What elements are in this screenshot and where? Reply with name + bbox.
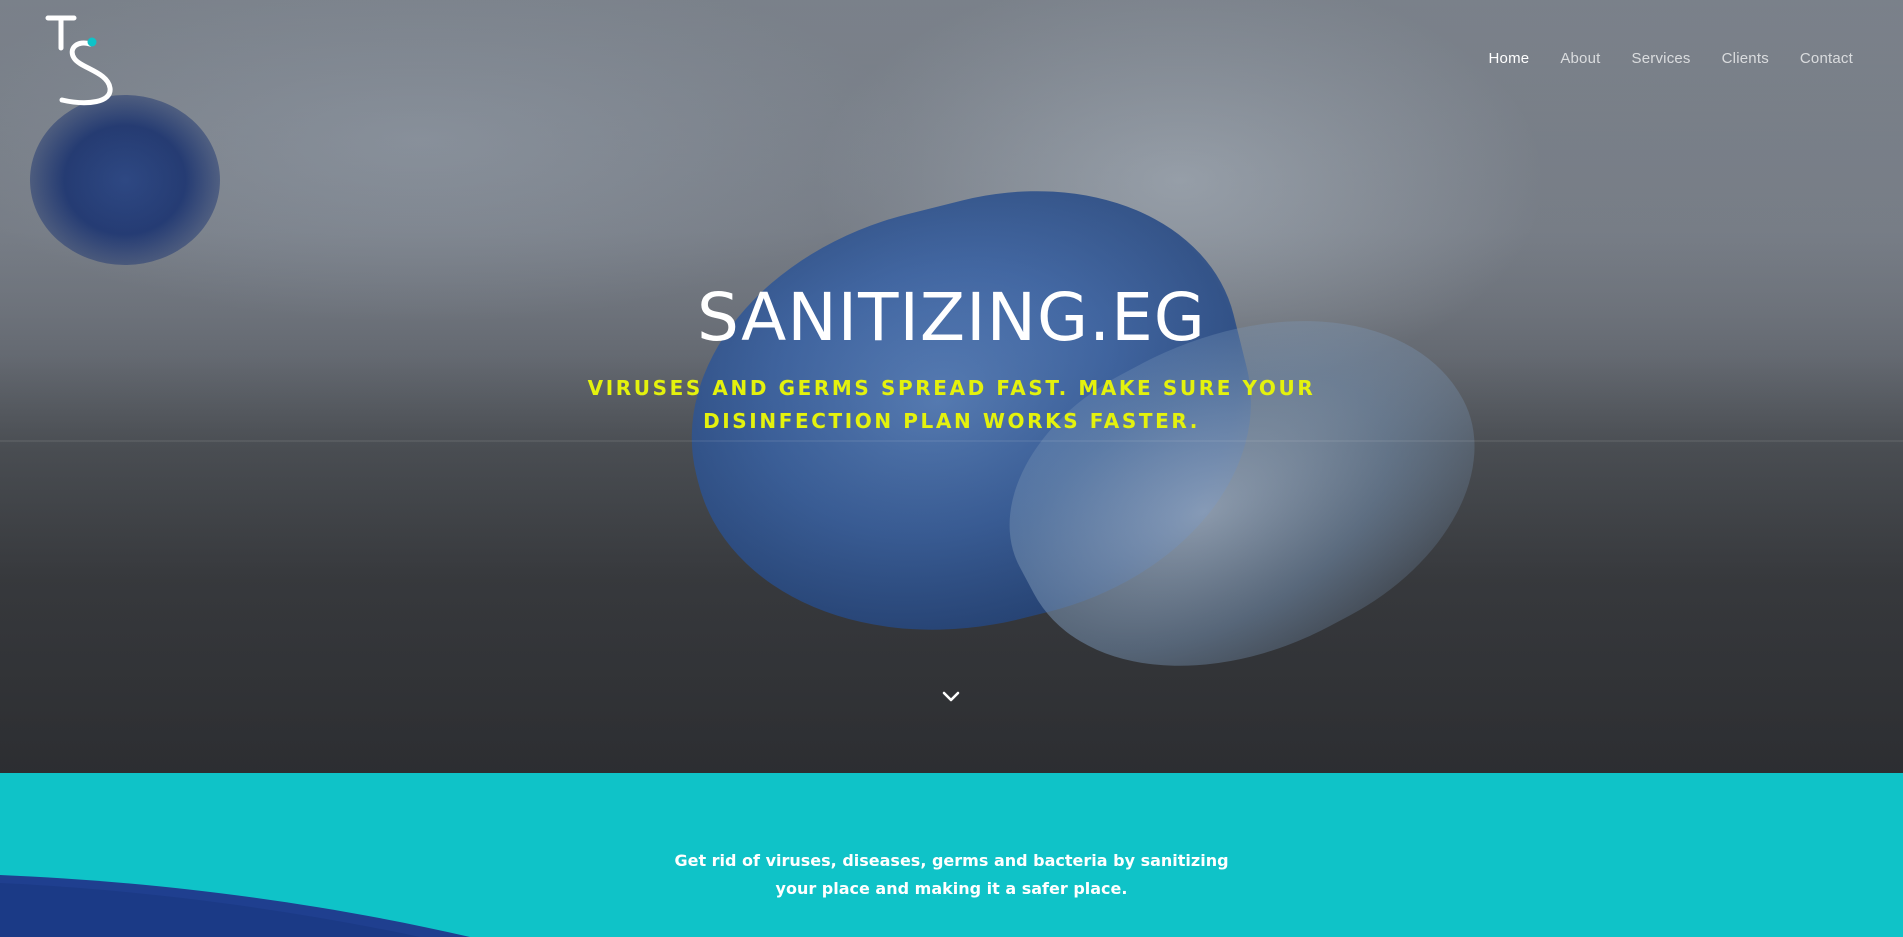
ts-logo-icon[interactable] (44, 14, 116, 106)
intro-text: Get rid of viruses, diseases, germs and … (0, 847, 1903, 903)
nav-item-contact[interactable]: Contact (1800, 50, 1853, 67)
nav-item-clients[interactable]: Clients (1722, 50, 1769, 67)
chevron-down-icon[interactable] (940, 685, 962, 707)
page: Home About Services Clients Contact SANI… (0, 0, 1903, 937)
hero-subtitle: VIRUSES AND GERMS SPREAD FAST. MAKE SURE… (560, 372, 1343, 438)
nav-item-services[interactable]: Services (1632, 50, 1691, 67)
nav-item-home[interactable]: Home (1489, 50, 1530, 67)
hero-title: SANITIZING.EG (697, 279, 1206, 356)
nav-item-about[interactable]: About (1560, 50, 1600, 67)
intro-section: Get rid of viruses, diseases, germs and … (0, 773, 1903, 937)
main-nav: Home About Services Clients Contact (1489, 50, 1854, 67)
hero-subtitle-line2: DISINFECTION PLAN WORKS FASTER. (703, 409, 1200, 433)
hero-subtitle-line1: VIRUSES AND GERMS SPREAD FAST. MAKE SURE… (587, 376, 1316, 400)
hero-section: Home About Services Clients Contact SANI… (0, 0, 1903, 773)
intro-text-line2: your place and making it a safer place. (775, 879, 1128, 898)
intro-text-line1: Get rid of viruses, diseases, germs and … (674, 851, 1229, 870)
